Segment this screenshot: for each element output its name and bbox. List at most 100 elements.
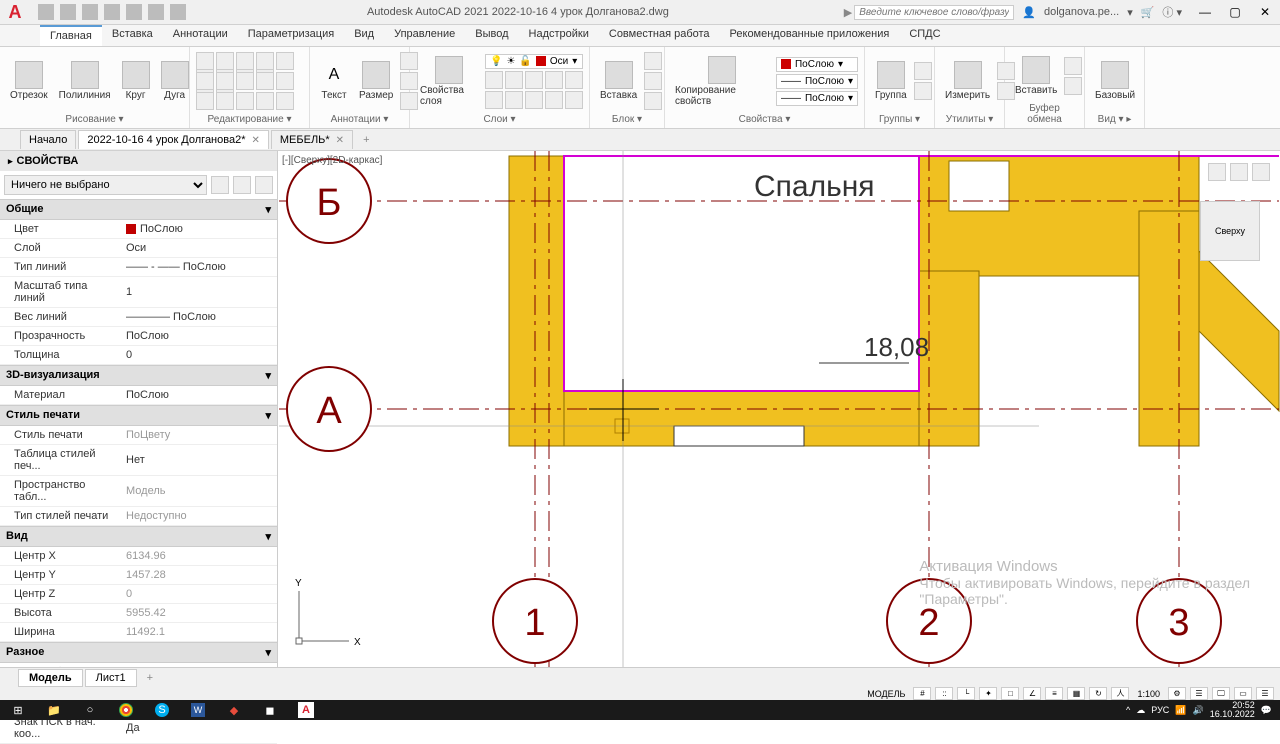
panel-annotation-label[interactable]: Аннотации ▾ <box>316 113 403 126</box>
status-polar-icon[interactable]: ✦ <box>979 687 997 700</box>
status-model[interactable]: МОДЕЛЬ <box>863 689 909 699</box>
ribbon-tab-home[interactable]: Главная <box>40 25 102 46</box>
line-button[interactable]: Отрезок <box>6 59 52 103</box>
ribbon-tab-view[interactable]: Вид <box>344 25 384 46</box>
prop-row[interactable]: Центр Z0 <box>0 585 277 604</box>
status-workspace-icon[interactable]: ☰ <box>1190 687 1208 700</box>
layout-tab-sheet1[interactable]: Лист1 <box>85 669 137 687</box>
viewport-min-icon[interactable] <box>1208 163 1226 181</box>
qat-new-icon[interactable] <box>38 4 54 20</box>
panel-draw-label[interactable]: Рисование ▾ <box>6 113 183 126</box>
panel-utils-label[interactable]: Утилиты ▾ <box>941 113 998 126</box>
ribbon-tab-featured[interactable]: Рекомендованные приложения <box>720 25 900 46</box>
drawing-area[interactable]: [-][Сверху][2D-каркас] <box>278 151 1280 667</box>
tray-volume-icon[interactable]: 🔊 <box>1193 705 1204 716</box>
tray-cloud-icon[interactable]: ☁ <box>1136 705 1145 716</box>
layout-add[interactable]: + <box>139 670 161 686</box>
help-icon[interactable]: ⓘ ▾ <box>1162 4 1182 20</box>
ribbon-tab-parametric[interactable]: Параметризация <box>238 25 344 46</box>
ribbon-tab-annotate[interactable]: Аннотации <box>163 25 238 46</box>
maximize-button[interactable]: ▢ <box>1220 0 1250 25</box>
ribbon-tab-manage[interactable]: Управление <box>384 25 465 46</box>
status-monitor-icon[interactable]: 🖵 <box>1212 687 1230 700</box>
ribbon-tab-output[interactable]: Вывод <box>465 25 518 46</box>
ribbon-tab-insert[interactable]: Вставка <box>102 25 163 46</box>
panel-view-label[interactable]: Вид ▾ ▸ <box>1091 113 1138 126</box>
tray-notifications-icon[interactable]: 💬 <box>1261 705 1272 716</box>
status-ortho-icon[interactable]: └ <box>957 687 975 700</box>
selection-dropdown[interactable]: Ничего не выбрано <box>4 175 207 195</box>
arc-button[interactable]: Дуга <box>157 59 193 103</box>
viewcube[interactable]: Сверху <box>1200 201 1260 261</box>
qat-save-icon[interactable] <box>82 4 98 20</box>
prop-row[interactable]: Тип линий—— - —— ПоСлою <box>0 258 277 277</box>
start-button[interactable]: ⊞ <box>0 700 36 720</box>
selectobj-icon[interactable] <box>255 176 273 194</box>
ribbon-tab-collab[interactable]: Совместная работа <box>599 25 720 46</box>
rotate-icon[interactable] <box>216 52 234 70</box>
prop-row[interactable]: ПрозрачностьПоСлою <box>0 327 277 346</box>
trim-icon[interactable] <box>236 52 254 70</box>
measure-button[interactable]: Измерить <box>941 59 994 103</box>
view-label[interactable]: [-][Сверху][2D-каркас] <box>282 155 382 166</box>
status-cycle-icon[interactable]: ↻ <box>1089 687 1107 700</box>
panel-clipboard-label[interactable]: Буфер обмена <box>1011 102 1078 126</box>
viewport-max-icon[interactable] <box>1230 163 1248 181</box>
prop-row[interactable]: Центр X6134.96 <box>0 547 277 566</box>
current-layer-combo[interactable]: 💡☀🔓Оси▾ <box>485 54 583 69</box>
user-area[interactable]: 👤 dolganova.pe... ▾ 🛒 ⓘ ▾ <box>1014 4 1190 20</box>
polyline-button[interactable]: Полилиния <box>55 59 115 103</box>
quickselect-icon[interactable] <box>211 176 229 194</box>
status-scale[interactable]: 1:100 <box>1133 689 1164 699</box>
tray-date[interactable]: 16.10.2022 <box>1210 710 1255 719</box>
status-gear-icon[interactable]: ⚙ <box>1168 687 1186 700</box>
tray-chevron-icon[interactable]: ^ <box>1126 705 1130 715</box>
task-autocad-icon[interactable]: A <box>298 702 314 718</box>
circle-button[interactable]: Круг <box>118 59 154 103</box>
group-button[interactable]: Группа <box>871 59 911 103</box>
qat-redo-icon[interactable] <box>170 4 186 20</box>
dimension-button[interactable]: Размер <box>355 59 397 103</box>
prop-row[interactable]: Пространство табл...Модель <box>0 476 277 507</box>
prop-section-header[interactable]: Общие▾ <box>0 199 277 220</box>
pickadd-icon[interactable] <box>233 176 251 194</box>
prop-row[interactable]: Тип стилей печатиНедоступно <box>0 507 277 526</box>
prop-row[interactable]: СлойОси <box>0 239 277 258</box>
linetype-combo[interactable]: ——ПоСлою▾ <box>776 91 858 106</box>
prop-section-header[interactable]: Разное▾ <box>0 642 277 663</box>
qat-open-icon[interactable] <box>60 4 76 20</box>
mirror-icon[interactable] <box>216 72 234 90</box>
task-word-icon[interactable]: W <box>191 703 205 717</box>
prop-row[interactable]: МатериалПоСлою <box>0 386 277 405</box>
close-button[interactable]: ✕ <box>1250 0 1280 25</box>
file-tab-current[interactable]: 2022-10-16 4 урок Долганова2*✕ <box>78 130 269 149</box>
task-app-icon[interactable]: ◆ <box>216 700 252 720</box>
tray-wifi-icon[interactable]: 📶 <box>1175 705 1186 716</box>
task-search-icon[interactable]: ○ <box>72 700 108 720</box>
ribbon-tab-addins[interactable]: Надстройки <box>519 25 599 46</box>
search-input[interactable] <box>854 5 1014 20</box>
viewport-close-icon[interactable] <box>1252 163 1270 181</box>
prop-section-header[interactable]: Стиль печати▾ <box>0 405 277 426</box>
cart-icon[interactable]: 🛒 <box>1141 6 1155 19</box>
file-tab-start[interactable]: Начало <box>20 130 76 149</box>
task-chrome-icon[interactable] <box>119 703 133 717</box>
status-otrack-icon[interactable]: ∠ <box>1023 687 1041 700</box>
prop-row[interactable]: Центр Y1457.28 <box>0 566 277 585</box>
status-grid-icon[interactable]: # <box>913 687 931 700</box>
layout-tab-model[interactable]: Модель <box>18 669 83 687</box>
status-transparency-icon[interactable]: ▦ <box>1067 687 1085 700</box>
baseview-button[interactable]: Базовый <box>1091 59 1139 103</box>
move-icon[interactable] <box>196 52 214 70</box>
panel-layers-label[interactable]: Слои ▾ <box>416 113 583 126</box>
layer-props-button[interactable]: Свойства слоя <box>416 54 482 109</box>
close-icon[interactable]: ✕ <box>252 135 260 146</box>
status-snap-icon[interactable]: :: <box>935 687 953 700</box>
prop-row[interactable]: Вес линий———— ПоСлою <box>0 308 277 327</box>
lineweight-combo[interactable]: ——ПоСлою▾ <box>776 74 858 89</box>
task-explorer-icon[interactable]: 📁 <box>36 700 72 720</box>
panel-props-label[interactable]: Свойства ▾ <box>671 113 858 126</box>
prop-row[interactable]: Масштаб типа линий1 <box>0 277 277 308</box>
color-combo[interactable]: ПоСлою▾ <box>776 57 858 72</box>
prop-row[interactable]: Высота5955.42 <box>0 604 277 623</box>
